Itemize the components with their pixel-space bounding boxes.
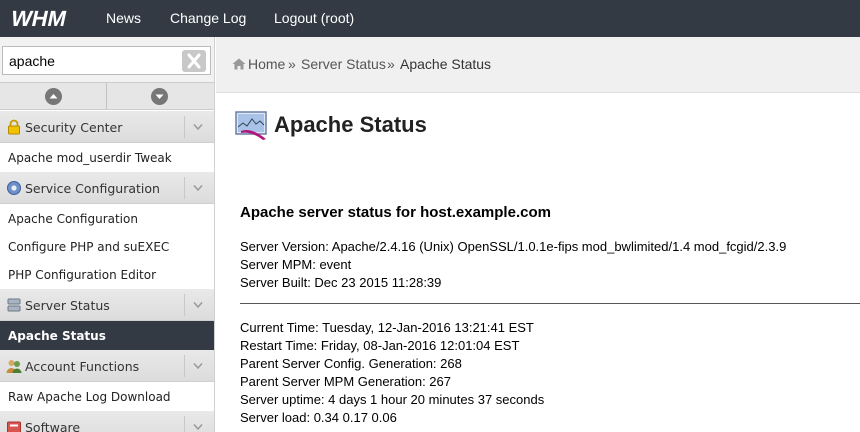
breadcrumb-separator: » <box>288 56 296 72</box>
home-icon[interactable] <box>232 58 246 70</box>
arrow-up-icon <box>49 94 58 99</box>
chevron-down-icon <box>193 302 203 309</box>
chevron-down-icon <box>193 124 203 131</box>
breadcrumb-current: Apache Status <box>400 56 492 72</box>
divider <box>184 177 185 199</box>
category-label: Security Center <box>25 120 123 135</box>
collapse-expand-row <box>0 82 214 110</box>
whm-logo[interactable]: WHM <box>8 6 84 30</box>
server-built: Server Built: Dec 23 2015 11:28:39 <box>240 275 442 290</box>
divider <box>184 416 185 432</box>
server-load: Server load: 0.34 0.17 0.06 <box>240 410 397 425</box>
category-service-configuration[interactable]: Service Configuration <box>0 172 214 204</box>
sidebar-search <box>0 37 214 82</box>
sidebar-item-apache-status[interactable]: Apache Status <box>0 321 214 350</box>
sidebar: Security Center Apache mod_userdir Tweak… <box>0 37 215 432</box>
category-account-functions[interactable]: Account Functions <box>0 350 214 382</box>
category-software[interactable]: Software <box>0 411 214 432</box>
divider <box>106 83 107 109</box>
breadcrumb-server-status[interactable]: Server Status <box>301 56 386 72</box>
sidebar-item-php-configuration-editor[interactable]: PHP Configuration Editor <box>0 260 214 289</box>
nav-news[interactable]: News <box>106 10 141 26</box>
mpm-generation: Parent Server MPM Generation: 267 <box>240 374 451 389</box>
category-label: Software <box>25 420 81 432</box>
expand-all-button[interactable] <box>151 88 168 105</box>
collapse-all-button[interactable] <box>45 88 62 105</box>
sidebar-item-apache-configuration[interactable]: Apache Configuration <box>0 204 214 233</box>
close-icon <box>187 53 201 69</box>
status-heading: Apache server status for host.example.co… <box>240 204 551 221</box>
software-icon <box>7 421 21 432</box>
chevron-down-icon <box>193 363 203 370</box>
arrow-down-icon <box>155 94 164 99</box>
breadcrumb: Home » Server Status » Apache Status <box>216 37 860 93</box>
divider <box>184 355 185 377</box>
nav-change-log[interactable]: Change Log <box>170 10 246 26</box>
sidebar-item-configure-php-suexec[interactable]: Configure PHP and suEXEC <box>0 232 214 261</box>
category-label: Service Configuration <box>25 181 160 196</box>
lock-icon <box>8 119 20 135</box>
category-label: Account Functions <box>25 359 140 374</box>
current-time: Current Time: Tuesday, 12-Jan-2016 13:21… <box>240 320 534 335</box>
sidebar-item-raw-apache-log-download[interactable]: Raw Apache Log Download <box>0 382 214 411</box>
sidebar-item-apache-mod-userdir-tweak[interactable]: Apache mod_userdir Tweak <box>0 143 214 172</box>
divider <box>184 116 185 138</box>
breadcrumb-home[interactable]: Home <box>248 56 285 72</box>
svg-text:WHM: WHM <box>9 6 69 30</box>
breadcrumb-separator: » <box>387 56 395 72</box>
server-mpm: Server MPM: event <box>240 257 352 272</box>
main-content: Apache Status Apache server status for h… <box>216 93 860 432</box>
divider <box>240 303 860 304</box>
server-uptime: Server uptime: 4 days 1 hour 20 minutes … <box>240 392 545 407</box>
apache-status-icon <box>235 111 267 140</box>
top-bar: WHM News Change Log Logout (root) <box>0 0 860 37</box>
server-icon <box>7 298 21 312</box>
server-version: Server Version: Apache/2.4.16 (Unix) Ope… <box>240 239 787 254</box>
gears-icon <box>7 181 21 195</box>
restart-time: Restart Time: Friday, 08-Jan-2016 12:01:… <box>240 338 520 353</box>
config-generation: Parent Server Config. Generation: 268 <box>240 356 462 371</box>
page-title: Apache Status <box>274 112 427 137</box>
category-label: Server Status <box>25 298 110 313</box>
divider <box>184 294 185 316</box>
nav-logout[interactable]: Logout (root) <box>274 10 354 26</box>
users-icon <box>6 360 22 373</box>
category-server-status[interactable]: Server Status <box>0 289 214 321</box>
category-security-center[interactable]: Security Center <box>0 111 214 143</box>
chevron-down-icon <box>193 424 203 431</box>
chevron-down-icon <box>193 185 203 192</box>
clear-search-button[interactable] <box>182 50 206 72</box>
search-input[interactable] <box>2 46 211 75</box>
